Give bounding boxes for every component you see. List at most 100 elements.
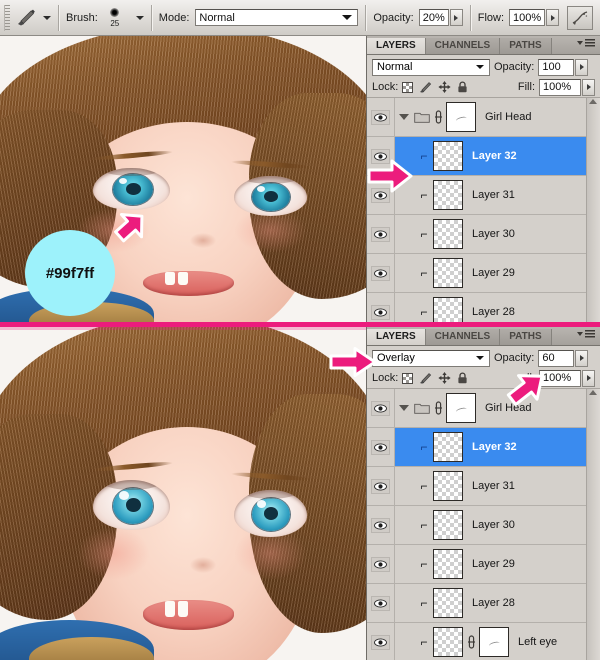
canvas-after-image[interactable] [0, 327, 366, 660]
layer-visibility-toggle[interactable] [367, 389, 395, 427]
lock-all-icon[interactable] [457, 372, 468, 384]
link-mask-icon[interactable] [432, 401, 444, 415]
fill-stepper[interactable] [582, 78, 595, 96]
brush-size-value: 25 [110, 18, 120, 28]
table-row[interactable]: ⌐ Layer 29 [367, 254, 600, 293]
opacity-input[interactable]: 20% [418, 9, 449, 26]
layer-visibility-toggle[interactable] [367, 467, 395, 505]
layer-thumbnail[interactable] [433, 627, 463, 657]
link-mask-icon[interactable] [432, 110, 444, 124]
flow-input[interactable]: 100% [509, 9, 546, 26]
flow-stepper[interactable] [546, 9, 560, 26]
layer-visibility-toggle[interactable] [367, 506, 395, 544]
table-row[interactable]: ⌐ Layer 31 [367, 467, 600, 506]
fill-input[interactable]: 100% [539, 78, 581, 96]
tab-channels[interactable]: CHANNELS [425, 329, 501, 345]
table-row[interactable]: Girl Head [367, 389, 600, 428]
opacity-stepper[interactable] [449, 9, 463, 26]
table-row[interactable]: ⌐ Layer 28 [367, 293, 600, 322]
layer-blend-mode-dropdown[interactable]: Overlay [372, 349, 490, 367]
tab-paths[interactable]: PATHS [500, 329, 552, 345]
table-row[interactable]: ⌐ Layer 30 [367, 215, 600, 254]
eye-icon [374, 598, 387, 608]
layer-name[interactable]: Layer 29 [472, 558, 515, 570]
layer-name[interactable]: Layer 28 [472, 597, 515, 609]
table-row[interactable]: Girl Head [367, 98, 600, 137]
brush-preview[interactable]: 25 [98, 2, 132, 34]
group-expand-triangle-icon[interactable] [399, 114, 409, 120]
layer-thumbnail[interactable] [433, 432, 463, 462]
layer-thumbnail[interactable] [433, 141, 463, 171]
table-row[interactable]: ⌐ Left eye [367, 623, 600, 660]
layer-name[interactable]: Layer 29 [472, 267, 515, 279]
paintbrush-icon[interactable] [13, 6, 39, 30]
fill-stepper[interactable] [582, 369, 595, 387]
layer-thumbnail[interactable] [433, 297, 463, 322]
layer-mask-thumbnail[interactable] [446, 393, 476, 423]
layer-list-scrollbar[interactable] [586, 389, 600, 660]
options-bar-grip[interactable] [4, 4, 10, 31]
layer-visibility-toggle[interactable] [367, 623, 395, 660]
lock-position-icon[interactable] [438, 81, 451, 93]
lock-position-icon[interactable] [438, 372, 451, 384]
layer-visibility-toggle[interactable] [367, 428, 395, 466]
layer-opacity-input[interactable]: 60 [538, 349, 575, 367]
layer-thumbnail[interactable] [433, 258, 463, 288]
blend-mode-dropdown[interactable]: Normal [195, 9, 359, 26]
layer-name[interactable]: Girl Head [485, 111, 531, 123]
layer-visibility-toggle[interactable] [367, 584, 395, 622]
tab-layers[interactable]: LAYERS [367, 38, 426, 54]
panel-menu-icon[interactable] [577, 330, 595, 338]
layer-mask-thumbnail[interactable] [446, 102, 476, 132]
panel-menu-icon[interactable] [577, 39, 595, 47]
layer-name[interactable]: Layer 31 [472, 189, 515, 201]
lock-image-pixels-icon[interactable] [419, 372, 432, 384]
layer-list-scrollbar[interactable] [586, 98, 600, 322]
layer-visibility-toggle[interactable] [367, 98, 395, 136]
layer-thumbnail[interactable] [433, 180, 463, 210]
layer-thumbnail[interactable] [433, 219, 463, 249]
layer-list[interactable]: Girl Head ⌐ Layer 32 ⌐ Layer 31 ⌐ Layer … [367, 98, 600, 322]
table-row[interactable]: ⌐ Layer 29 [367, 545, 600, 584]
tab-paths[interactable]: PATHS [500, 38, 552, 54]
lock-image-pixels-icon[interactable] [419, 81, 432, 93]
layer-thumbnail[interactable] [433, 471, 463, 501]
layer-name[interactable]: Left eye [518, 636, 557, 648]
layer-opacity-input[interactable]: 100 [538, 58, 575, 76]
lock-transparency-icon[interactable] [402, 372, 414, 384]
layer-name[interactable]: Layer 30 [472, 519, 515, 531]
layer-visibility-toggle[interactable] [367, 545, 395, 583]
table-row[interactable]: ⌐ Layer 32 [367, 428, 600, 467]
brush-chevron-down-icon[interactable] [135, 15, 144, 20]
layer-name[interactable]: Layer 32 [472, 441, 517, 453]
group-expand-triangle-icon[interactable] [399, 405, 409, 411]
layer-mask-thumbnail[interactable] [479, 627, 509, 657]
table-row[interactable]: ⌐ Layer 28 [367, 584, 600, 623]
airbrush-icon[interactable] [567, 5, 594, 30]
lock-transparency-icon[interactable] [402, 81, 414, 93]
layer-name[interactable]: Layer 31 [472, 480, 515, 492]
layer-visibility-toggle[interactable] [367, 293, 395, 322]
lock-all-icon[interactable] [457, 81, 468, 93]
layer-visibility-toggle[interactable] [367, 254, 395, 292]
layer-opacity-stepper[interactable] [575, 58, 589, 76]
layer-visibility-toggle[interactable] [367, 215, 395, 253]
layer-name[interactable]: Layer 32 [472, 150, 517, 162]
chevron-down-icon [342, 15, 353, 20]
tool-preset-chevron-down-icon[interactable] [43, 15, 51, 20]
layer-blend-mode-dropdown[interactable]: Normal [372, 58, 490, 76]
scroll-up-arrow-icon[interactable] [589, 99, 597, 104]
table-row[interactable]: ⌐ Layer 30 [367, 506, 600, 545]
scroll-up-arrow-icon[interactable] [589, 390, 597, 395]
link-mask-icon[interactable] [465, 635, 477, 649]
layer-list[interactable]: Girl Head ⌐ Layer 32 ⌐ Layer 31 ⌐ Layer … [367, 389, 600, 660]
layer-name[interactable]: Layer 28 [472, 306, 515, 318]
layer-thumbnail[interactable] [433, 510, 463, 540]
tab-channels[interactable]: CHANNELS [425, 38, 501, 54]
layer-thumbnail[interactable] [433, 549, 463, 579]
layer-thumbnail[interactable] [433, 588, 463, 618]
clipping-mask-arrow-icon: ⌐ [420, 635, 428, 649]
layer-name[interactable]: Layer 30 [472, 228, 515, 240]
layer-opacity-stepper[interactable] [575, 349, 589, 367]
tab-layers[interactable]: LAYERS [367, 329, 426, 345]
